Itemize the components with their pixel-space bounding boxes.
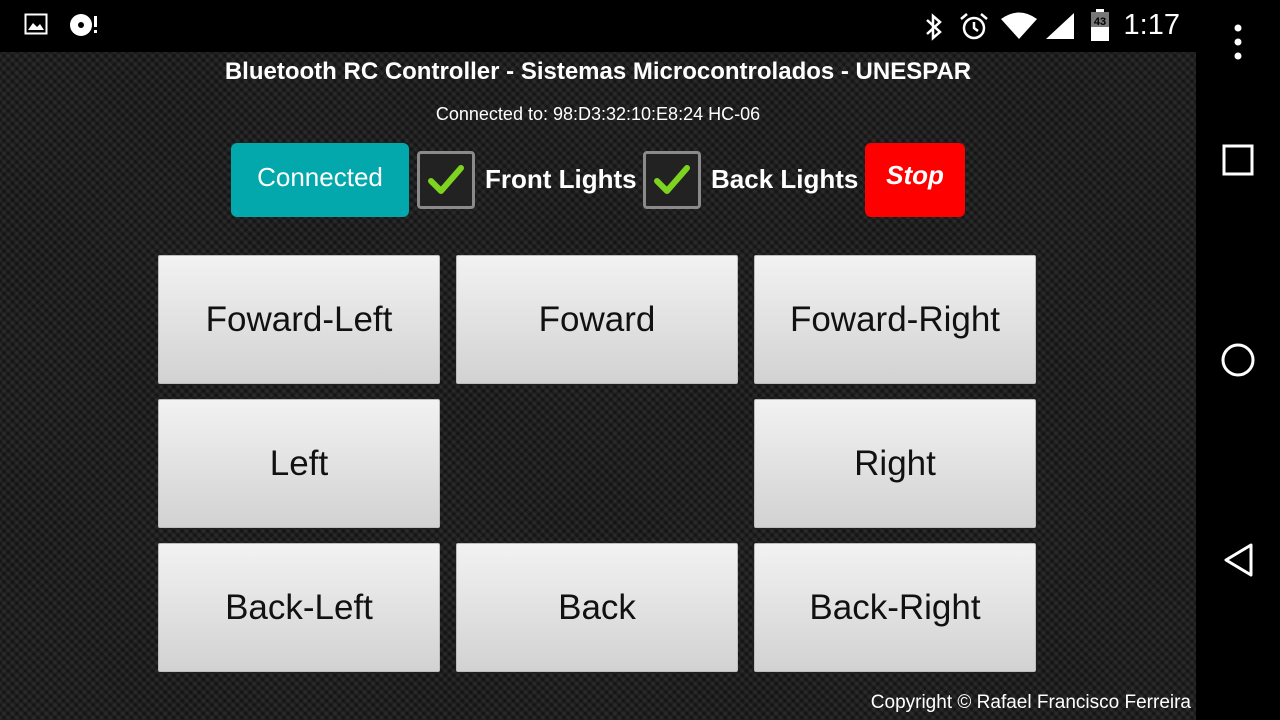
media-disc-icon <box>68 12 100 43</box>
back-lights-checkbox[interactable] <box>643 151 701 209</box>
check-icon <box>428 165 464 194</box>
back-icon[interactable] <box>1216 538 1260 582</box>
copyright-text: Copyright © Rafael Francisco Ferreira <box>870 692 1191 713</box>
status-bar: 43 1:17 <box>0 0 1196 52</box>
back-left-button[interactable]: Back-Left <box>158 543 440 672</box>
right-button[interactable]: Right <box>754 399 1036 528</box>
home-icon[interactable] <box>1216 338 1260 382</box>
recents-icon[interactable] <box>1216 138 1260 182</box>
back-lights-label[interactable]: Back Lights <box>711 164 858 195</box>
bluetooth-icon <box>922 12 946 47</box>
cellular-signal-icon <box>1044 12 1076 45</box>
forward-left-button[interactable]: Foward-Left <box>158 255 440 384</box>
battery-level: 43 <box>1093 16 1107 28</box>
front-lights-checkbox[interactable] <box>417 151 475 209</box>
front-lights-label[interactable]: Front Lights <box>485 164 637 195</box>
battery-icon: 43 <box>1088 8 1112 47</box>
clock: 1:17 <box>1123 9 1180 41</box>
alarm-icon <box>958 12 990 47</box>
left-button[interactable]: Left <box>158 399 440 528</box>
app-screen: 43 1:17 Bluetooth RC Controller - Sistem… <box>0 0 1196 720</box>
app-title: Bluetooth RC Controller - Sistemas Micro… <box>224 58 972 85</box>
forward-button[interactable]: Foward <box>456 255 738 384</box>
stop-button[interactable]: Stop <box>865 143 965 217</box>
back-button[interactable]: Back <box>456 543 738 672</box>
navigation-bar <box>1196 0 1280 720</box>
overflow-menu-icon[interactable] <box>1216 20 1260 64</box>
connect-button[interactable]: Connected <box>231 143 409 217</box>
back-right-button[interactable]: Back-Right <box>754 543 1036 672</box>
forward-right-button[interactable]: Foward-Right <box>754 255 1036 384</box>
connection-status: Connected to: 98:D3:32:10:E8:24 HC-06 <box>435 104 761 124</box>
wifi-icon <box>1000 12 1038 45</box>
gallery-icon <box>24 12 48 41</box>
check-icon <box>654 165 690 194</box>
